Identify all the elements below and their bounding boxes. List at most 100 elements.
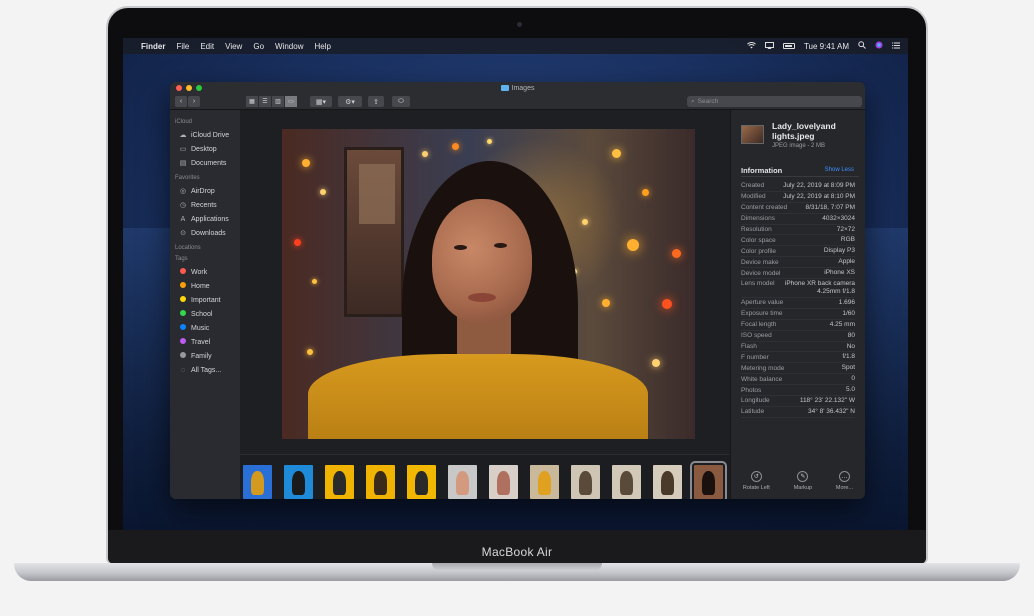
menu-view[interactable]: View [225,42,242,51]
thumbnail-figure [292,471,305,495]
laptop-model-label: MacBook Air [481,545,553,559]
thumbnail[interactable] [284,465,313,499]
search-placeholder: Search [697,98,719,105]
gallery-preview-image[interactable] [282,129,695,439]
file-type: JPEG image - 2 MB [772,143,826,149]
action-label: More... [835,485,854,491]
photo-eye-left [454,245,467,250]
metadata-value: No [846,342,855,350]
metadata-key: Metering mode [741,364,785,372]
sidebar-item-label: Documents [191,159,227,167]
sidebar-item-label: Recents [191,201,217,209]
metadata-key: Modified [741,193,766,201]
group-by-button[interactable]: ▦▾ [310,96,332,107]
thumbnail[interactable] [530,465,559,499]
sidebar-header-icloud: iCloud [175,119,193,125]
metadata-row: Modified July 22, 2019 at 8:10 PM [741,192,855,203]
clock[interactable]: Tue 9:41 AM [804,42,849,51]
metadata-row: Color profile Display P3 [741,246,855,258]
metadata-list: Created July 22, 2019 at 8:09 PM Modified J… [741,181,855,418]
sidebar-item-downloads[interactable]: ⊙ Downloads [170,226,240,240]
metadata-row: ISO speed 80 [741,331,855,342]
thumbnail[interactable] [448,465,477,499]
menu-window[interactable]: Window [275,42,303,51]
bokeh-light [672,249,681,258]
sidebar-item-icloud-drive[interactable]: ☁ iCloud Drive [170,128,240,142]
menu-edit[interactable]: Edit [200,42,214,51]
sidebar-item-label: Desktop [191,145,217,153]
thumbnail-figure [620,471,633,495]
wifi-icon[interactable] [746,41,756,51]
more-icon: … [838,471,850,482]
thumbnail[interactable] [243,465,272,499]
forward-button[interactable]: › [188,96,200,107]
sidebar-item-tag[interactable]: Home [170,279,240,293]
spotlight-search-icon[interactable] [858,41,866,51]
more-button[interactable]: … More... [836,471,853,491]
back-button[interactable]: ‹ [175,96,187,107]
menu-file[interactable]: File [176,42,189,51]
sidebar-item-tag[interactable]: Family [170,349,240,363]
thumbnail[interactable] [571,465,600,499]
sidebar-header-tags: Tags [175,256,188,262]
sidebar-item-applications[interactable]: A Applications [170,212,240,226]
thumbnail[interactable] [366,465,395,499]
airplay-icon[interactable] [764,41,774,51]
search-field[interactable]: ⌕ Search [687,96,862,107]
metadata-value: Spot [841,364,855,372]
laptop-notch [432,563,602,571]
bokeh-light [487,139,492,144]
gallery-view-button[interactable]: ▭ [285,96,298,107]
window-title-area: Images [170,85,865,92]
view-mode-group: ▦ ☰ ▥ ▭ [246,96,298,107]
share-icon[interactable]: ⇪ [368,96,384,107]
thumbnail[interactable] [489,465,518,499]
show-less-link[interactable]: Show Less [825,167,854,173]
metadata-row: Photos 5.0 [741,385,855,397]
sidebar-item-tag[interactable]: Travel [170,335,240,349]
bokeh-light [312,279,317,284]
action-gear-icon[interactable]: ⚙▾ [338,96,362,107]
thumbnail[interactable] [325,465,354,499]
sidebar-item-tag[interactable]: ◌ All Tags... [170,363,240,377]
menu-help[interactable]: Help [314,42,330,51]
thumbnail-figure [702,471,715,495]
notification-center-icon[interactable] [892,41,900,51]
sidebar-item-tag[interactable]: Work [170,265,240,279]
metadata-value: 5.0 [845,386,855,394]
cloud-icon: ☁ [179,132,187,139]
icon-view-button[interactable]: ▦ [246,96,259,107]
markup-button[interactable]: ✎ Markup [794,471,812,491]
thumbnail[interactable] [690,461,727,499]
siri-icon[interactable] [875,41,883,51]
rotate-left-button[interactable]: ↺ Rotate Left [743,471,770,491]
metadata-row: Resolution 72×72 [741,225,855,236]
battery-icon[interactable] [782,43,795,49]
sidebar-item-airdrop[interactable]: ◎ AirDrop [170,184,240,198]
menu-go[interactable]: Go [253,42,264,51]
sidebar-item-tag[interactable]: School [170,307,240,321]
column-view-button[interactable]: ▥ [272,96,285,107]
thumbnail-figure [579,471,592,495]
thumbnail[interactable] [653,465,682,499]
metadata-value: 34° 8' 36.432" N [808,407,855,415]
photo-face [432,199,532,323]
sidebar-item-tag[interactable]: Music [170,321,240,335]
metadata-key: Longitude [741,397,770,405]
metadata-value: 80 [847,331,855,339]
list-view-button[interactable]: ☰ [259,96,272,107]
sidebar-item-desktop[interactable]: ▭ Desktop [170,142,240,156]
sidebar-item-recents[interactable]: ◷ Recents [170,198,240,212]
metadata-value: iPhone XR back camera 4.25mm f/1.8 [784,280,855,296]
sidebar-item-tag[interactable]: Important [170,293,240,307]
metadata-key: Lens model [741,280,775,288]
sidebar-item-documents[interactable]: ▤ Documents [170,156,240,170]
tag-icon[interactable]: ⬭ [392,96,410,107]
thumbnail[interactable] [407,465,436,499]
menu-app-name[interactable]: Finder [141,42,165,51]
tag-color-dot-icon [179,282,187,290]
metadata-key: Device make [741,258,779,266]
sidebar-item-label: Downloads [191,229,226,237]
thumbnail-figure [333,471,346,495]
thumbnail[interactable] [612,465,641,499]
